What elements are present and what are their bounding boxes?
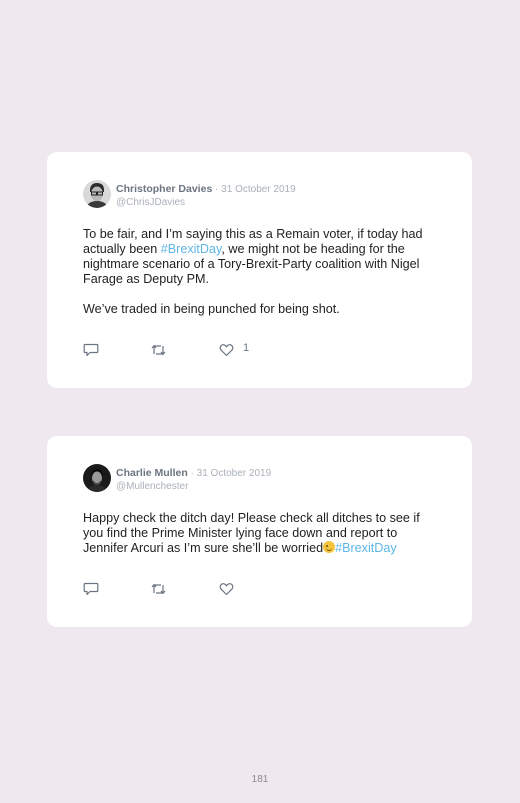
- author-handle[interactable]: @ChrisJDavies: [116, 196, 296, 209]
- hashtag-link[interactable]: #BrexitDay: [335, 541, 397, 555]
- author-name[interactable]: Charlie Mullen: [116, 467, 188, 479]
- reply-icon[interactable]: [83, 343, 99, 357]
- author-handle[interactable]: @Mullenchester: [116, 480, 271, 493]
- tweet-card: Christopher Davies · 31 October 2019 @Ch…: [47, 152, 472, 388]
- tweet-date: · 31 October 2019: [187, 468, 272, 479]
- author-name[interactable]: Christopher Davies: [116, 183, 212, 195]
- tweet-text: To be fair, and I’m saying this as a Rem…: [83, 227, 438, 317]
- retweet-icon[interactable]: [150, 582, 167, 596]
- heart-icon[interactable]: [219, 343, 234, 357]
- hashtag-link[interactable]: #BrexitDay: [161, 242, 222, 256]
- retweet-icon[interactable]: [150, 343, 167, 357]
- heart-icon[interactable]: [219, 582, 234, 596]
- tweet-card: Charlie Mullen · 31 October 2019 @Mullen…: [47, 436, 472, 627]
- winking-face-icon: [323, 541, 336, 553]
- reply-icon[interactable]: [83, 582, 99, 596]
- avatar[interactable]: [83, 180, 111, 208]
- tweet-header: Charlie Mullen · 31 October 2019 @Mullen…: [116, 465, 271, 493]
- tweet-text: Happy check the ditch day! Please check …: [83, 511, 438, 556]
- tweet-text-paragraph: We’ve traded in being punched for being …: [83, 302, 340, 316]
- tweet-date: · 31 October 2019: [212, 184, 296, 195]
- page-number: 181: [251, 774, 269, 785]
- like-count: 1: [243, 342, 250, 354]
- avatar[interactable]: [83, 464, 111, 492]
- tweet-header: Christopher Davies · 31 October 2019 @Ch…: [116, 181, 296, 209]
